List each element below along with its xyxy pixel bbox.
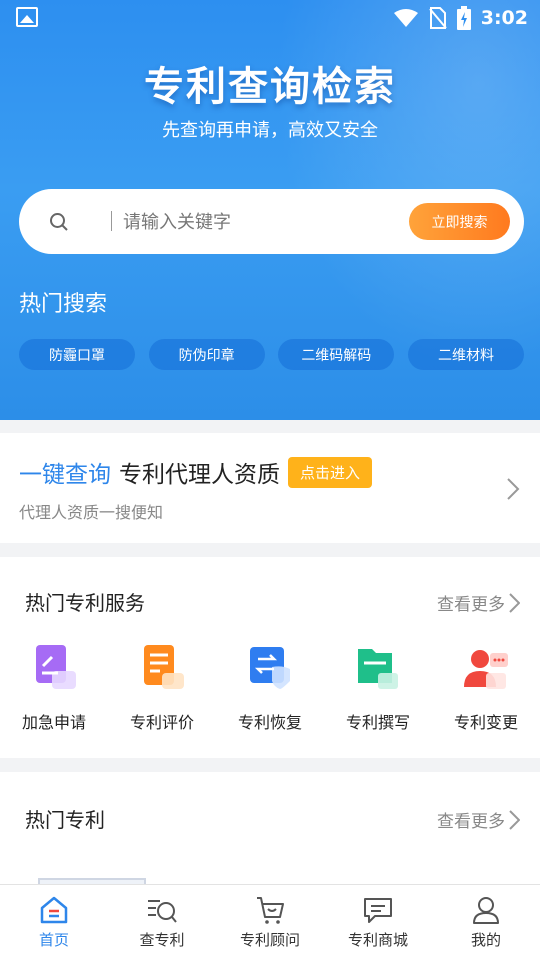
service-urgent-apply[interactable]: 加急申请 <box>4 643 104 733</box>
status-icons: 3:02 <box>393 6 528 30</box>
tab-advisor[interactable]: 专利顾问 <box>220 885 320 960</box>
service-patent-writing[interactable]: 专利撰写 <box>328 643 428 733</box>
hot-tag[interactable]: 防霾口罩 <box>19 339 135 370</box>
patent-restore-icon <box>250 647 290 689</box>
page-title: 专利查询检索 <box>144 64 396 110</box>
tab-search-patent[interactable]: 查专利 <box>112 885 212 960</box>
hot-tag[interactable]: 防伪印章 <box>148 339 265 370</box>
agent-qualification-card[interactable]: 一键查询 专利代理人资质 点击进入 代理人资质一搜便知 <box>0 433 540 543</box>
battery-charging-icon <box>456 6 471 30</box>
patent-change-icon <box>464 650 508 689</box>
search-divider <box>111 211 112 231</box>
patent-evaluation-icon <box>144 645 184 689</box>
service-label: 专利评价 <box>129 713 194 732</box>
hot-services-section: 热门专利服务 查看更多 加急申请 专利评价 专利恢复 专利撰写 专利变更 <box>0 557 540 758</box>
chevron-right-icon <box>509 592 520 613</box>
urgent-apply-icon <box>36 645 76 689</box>
advisor-icon <box>257 897 284 924</box>
service-patent-restore[interactable]: 专利恢复 <box>220 643 320 733</box>
search-icon <box>50 213 68 231</box>
status-time: 3:02 <box>480 7 528 29</box>
tab-label: 查专利 <box>139 931 185 949</box>
tab-label: 专利顾问 <box>239 931 300 949</box>
tab-profile[interactable]: 我的 <box>436 885 536 960</box>
page-subtitle: 先查询再申请，高效又安全 <box>162 120 378 141</box>
service-patent-change[interactable]: 专利变更 <box>436 643 536 733</box>
chevron-right-icon[interactable] <box>506 477 520 501</box>
mall-icon <box>364 898 392 923</box>
chevron-right-icon <box>509 809 520 830</box>
agent-highlight: 一键查询 <box>19 462 111 488</box>
patents-more-link[interactable]: 查看更多 <box>437 807 520 832</box>
enter-badge-button[interactable]: 点击进入 <box>288 456 373 488</box>
hot-search-title: 热门搜索 <box>19 292 108 317</box>
agent-description: 代理人资质一搜便知 <box>19 503 164 522</box>
agent-title: 专利代理人资质 <box>119 462 280 488</box>
service-label: 专利变更 <box>453 713 518 732</box>
tab-label: 首页 <box>38 931 69 949</box>
patents-title: 热门专利 <box>25 808 105 832</box>
search-input[interactable] <box>123 206 393 238</box>
search-bar: 立即搜索 <box>19 189 524 254</box>
tab-label: 专利商城 <box>347 931 408 949</box>
gallery-notification-icon <box>16 7 38 27</box>
more-label: 查看更多 <box>437 595 505 615</box>
hot-tag[interactable]: 二维材料 <box>407 339 524 370</box>
hot-patents-section: 热门专利 查看更多 <box>0 772 540 908</box>
service-patent-evaluation[interactable]: 专利评价 <box>112 643 212 733</box>
bottom-tab-bar: 首页 查专利 专利顾问 专利商城 我的 <box>0 884 540 960</box>
home-icon <box>40 896 68 924</box>
hot-search-tags: 防霾口罩 防伪印章 二维码解码 二维材料 <box>19 339 524 370</box>
search-patent-icon <box>148 900 177 923</box>
services-more-link[interactable]: 查看更多 <box>437 590 520 615</box>
no-sim-icon <box>428 7 447 29</box>
agent-card-header: 一键查询 专利代理人资质 点击进入 <box>19 455 373 489</box>
status-bar: 3:02 <box>0 0 540 36</box>
search-button[interactable]: 立即搜索 <box>409 203 510 240</box>
profile-icon <box>473 897 499 924</box>
hot-tag[interactable]: 二维码解码 <box>278 339 395 370</box>
tab-label: 我的 <box>470 931 501 949</box>
wifi-icon <box>393 9 418 27</box>
more-label: 查看更多 <box>437 812 505 832</box>
patent-writing-icon <box>358 649 398 689</box>
services-title: 热门专利服务 <box>25 591 145 615</box>
service-label: 专利撰写 <box>345 713 410 732</box>
services-grid: 加急申请 专利评价 专利恢复 专利撰写 专利变更 <box>0 643 540 733</box>
tab-mall[interactable]: 专利商城 <box>328 885 428 960</box>
service-label: 专利恢复 <box>237 713 302 732</box>
service-label: 加急申请 <box>21 713 86 732</box>
tab-home[interactable]: 首页 <box>4 885 104 960</box>
